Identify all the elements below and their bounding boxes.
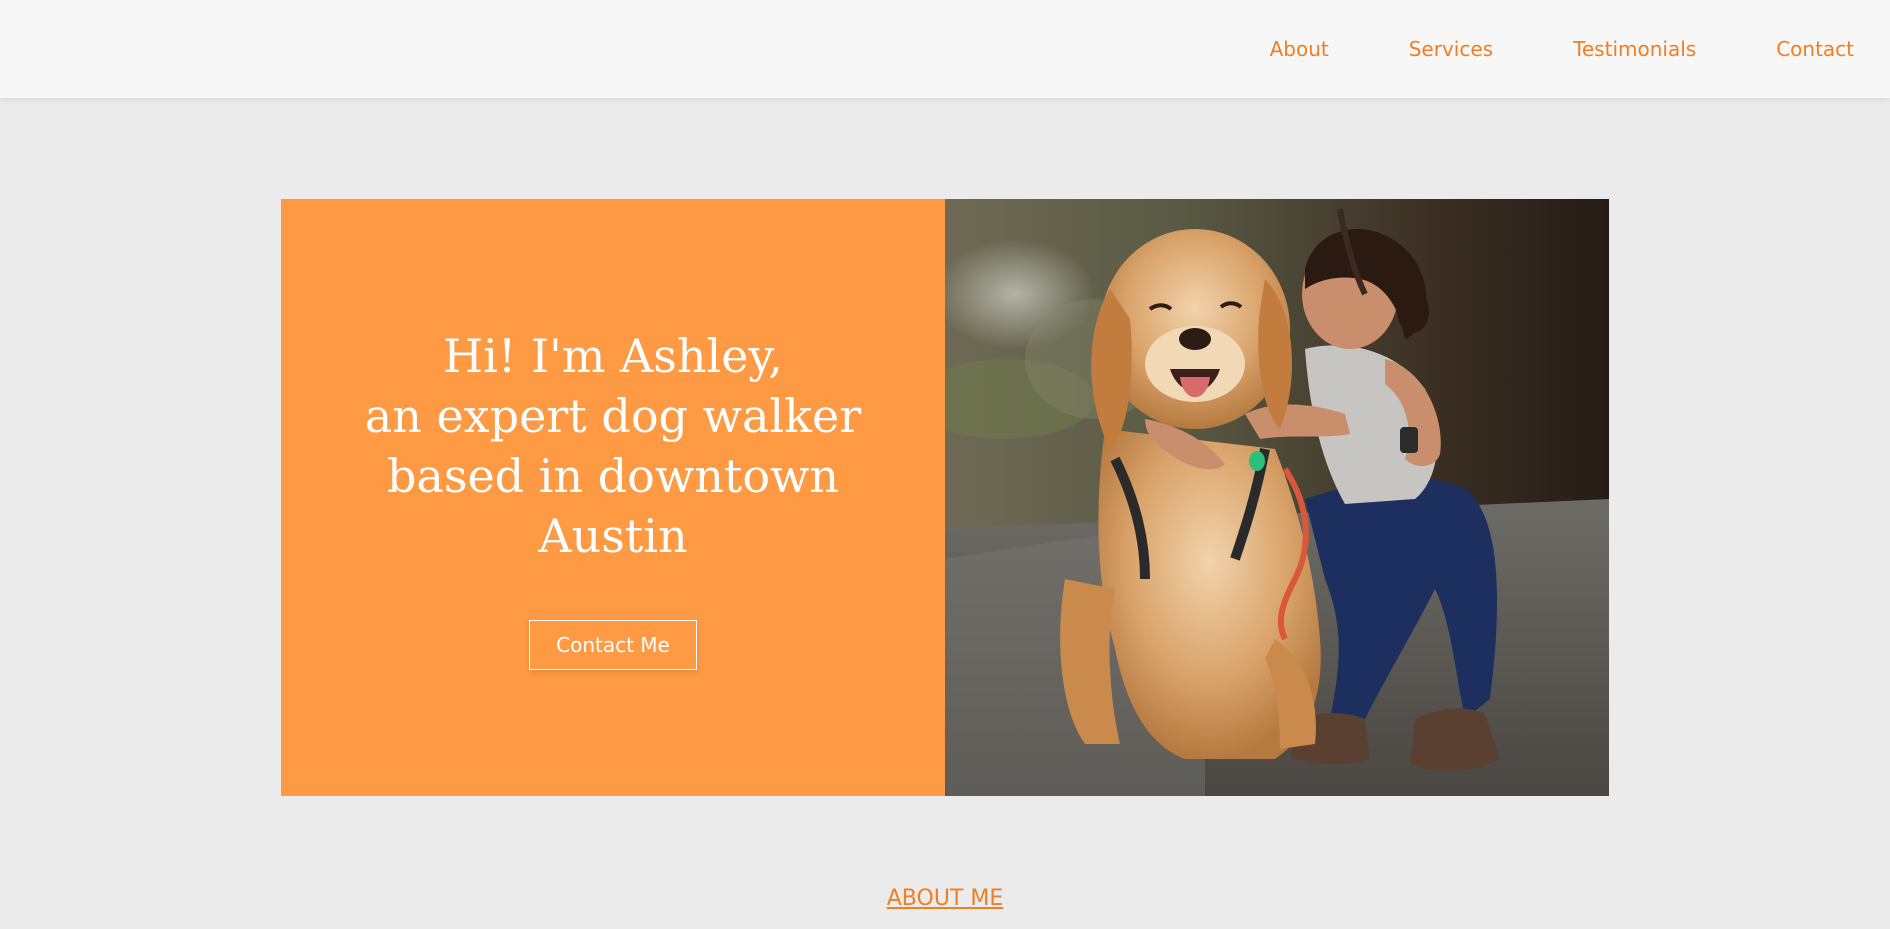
hero-heading-line: based in downtown [386,448,840,503]
hero-heading-line: Austin [538,508,688,563]
nav-links: About Services Testimonials Contact [1270,0,1854,98]
about-me-heading[interactable]: ABOUT ME [0,886,1890,911]
hero-heading: Hi! I'm Ashley, an expert dog walker bas… [353,326,873,566]
dog-and-owner-photo [945,199,1609,796]
nav-link-testimonials[interactable]: Testimonials [1573,37,1696,61]
hero-text-panel: Hi! I'm Ashley, an expert dog walker bas… [281,199,945,796]
hero-section: Hi! I'm Ashley, an expert dog walker bas… [281,199,1609,796]
nav-link-contact[interactable]: Contact [1776,37,1854,61]
nav-link-services[interactable]: Services [1409,37,1493,61]
hero-photo [945,199,1609,796]
contact-me-button[interactable]: Contact Me [529,619,697,670]
hero-heading-line: an expert dog walker [364,388,862,443]
nav-link-about[interactable]: About [1270,37,1329,61]
hero-heading-line: Hi! I'm Ashley, [443,328,783,383]
top-navbar: About Services Testimonials Contact [0,0,1890,98]
